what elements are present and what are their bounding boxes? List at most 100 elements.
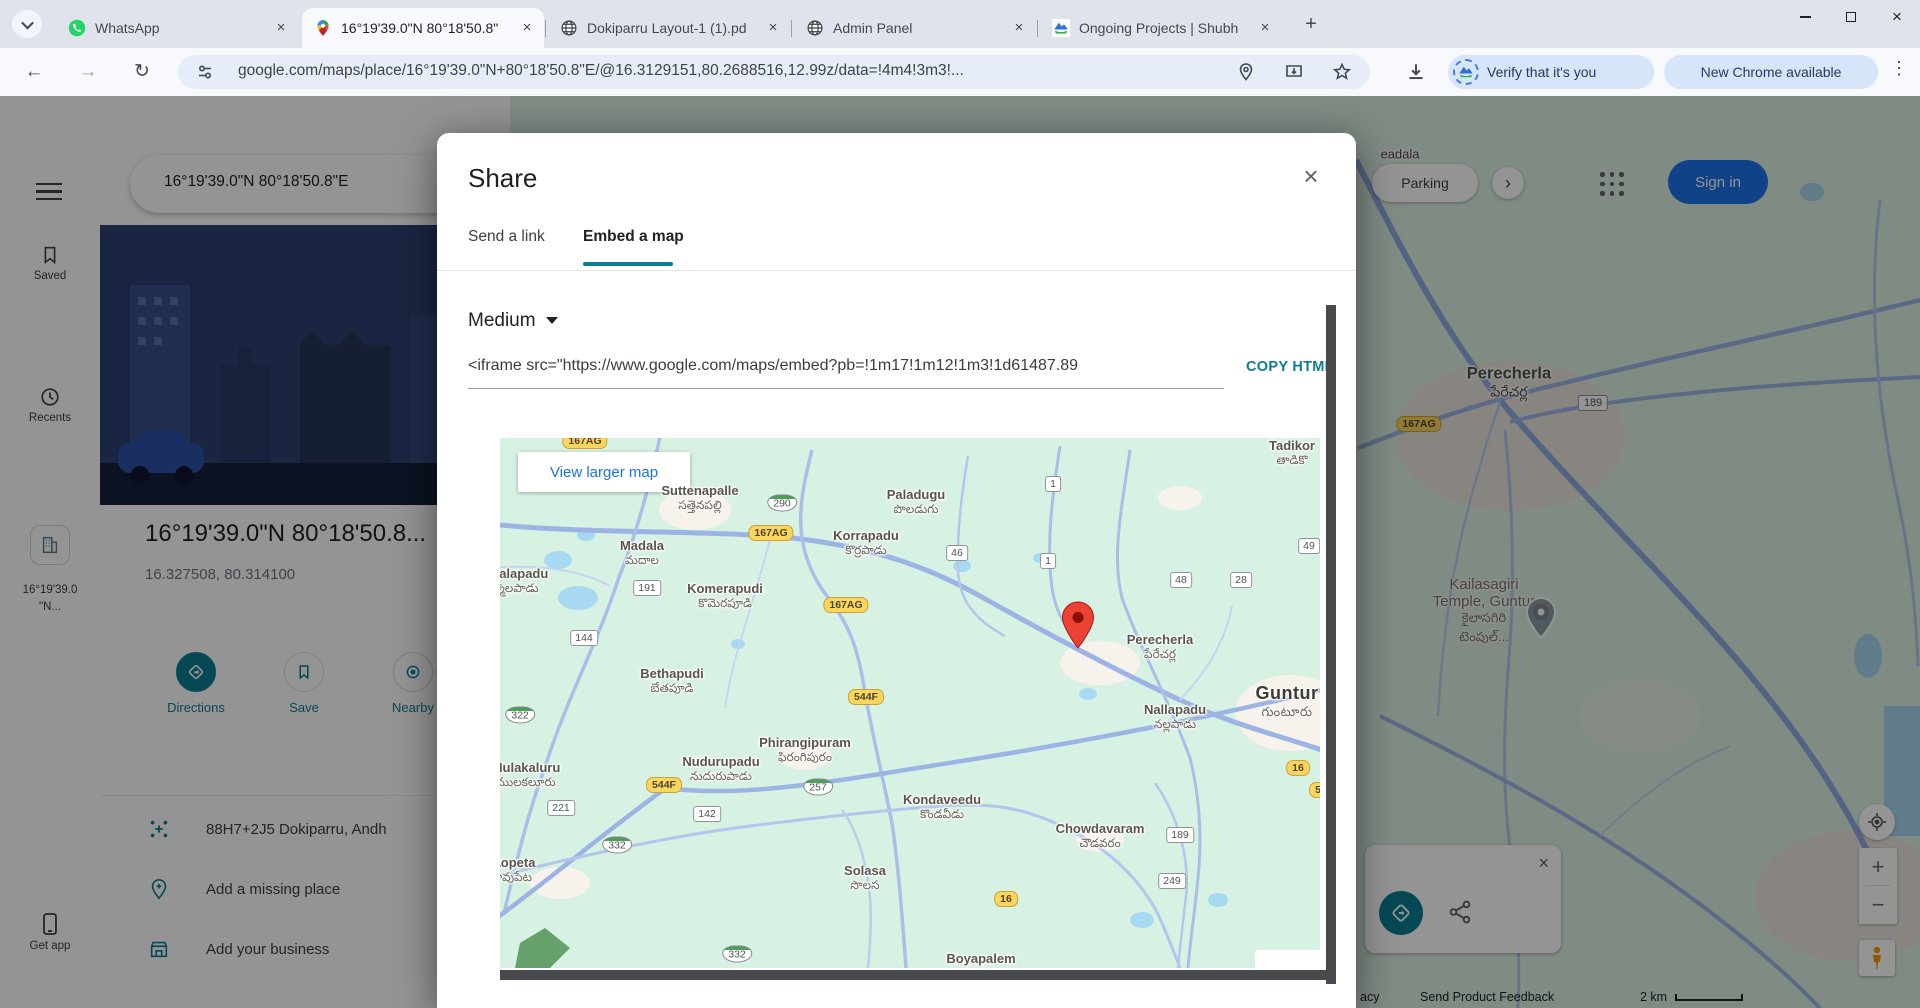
embed-code-underline — [468, 388, 1224, 389]
map-town-label: Kondaveeduకొండవీడు — [903, 792, 981, 824]
globe-favicon-icon — [560, 19, 578, 37]
map-town-label: Komerapudiకొమెరపూడి — [687, 581, 763, 613]
url-text[interactable]: google.com/maps/place/16°19'39.0"N+80°18… — [238, 62, 1278, 80]
downloads-icon[interactable] — [1405, 61, 1425, 81]
browser-tab-3[interactable]: Dokiparru Layout-1 (1).pd× — [548, 8, 790, 48]
embed-map[interactable]: View larger map Suttenapalleసత్తెనపల్లిP… — [500, 438, 1320, 968]
window-minimize-button[interactable] — [1782, 0, 1828, 34]
maps-page: eadala Perecherla పేరేచర్ల 189 167AG Kai… — [0, 96, 1920, 1008]
route-badge: 142 — [693, 806, 721, 822]
route-badge: 1 — [1040, 553, 1056, 569]
tab-title: Admin Panel — [833, 20, 1010, 36]
tab-separator — [1037, 20, 1038, 37]
tab-close-button[interactable]: × — [1010, 19, 1028, 37]
bookmark-star-icon[interactable] — [1332, 62, 1352, 82]
browser-tab-2[interactable]: 16°19'39.0"N 80°18'50.8"× — [302, 8, 544, 48]
back-button[interactable]: ← — [22, 60, 46, 84]
chrome-update-button[interactable]: New Chrome available — [1664, 55, 1878, 89]
tab-search-button[interactable] — [12, 10, 42, 38]
map-town-label: Boyapalem — [946, 951, 1015, 966]
new-tab-button[interactable]: + — [1298, 12, 1324, 38]
map-marker-pin[interactable] — [1061, 601, 1095, 649]
route-badge-yellow: 16 — [994, 891, 1018, 907]
copy-html-button[interactable]: COPY HTML — [1246, 359, 1334, 375]
route-badge-yellow: 544F — [646, 777, 682, 793]
highway-shield-badge: 322 — [505, 707, 535, 724]
route-badge: 46 — [946, 545, 968, 561]
highway-shield-badge: 332 — [602, 837, 632, 854]
highway-shield-badge: 290 — [767, 495, 797, 512]
install-app-icon[interactable] — [1284, 62, 1304, 82]
address-bar[interactable]: google.com/maps/place/16°19'39.0"N+80°18… — [178, 55, 1370, 89]
tab-embed-a-map[interactable]: Embed a map — [583, 228, 684, 246]
map-town-label: Tadikorతాడికొ — [1269, 438, 1315, 470]
tab-separator — [545, 20, 546, 37]
dropdown-caret-icon — [546, 317, 558, 324]
browser-tab-1[interactable]: WhatsApp× — [56, 8, 298, 48]
route-badge-yellow: 544F — [848, 689, 884, 705]
dialog-vertical-scrollbar[interactable] — [1326, 305, 1336, 984]
verify-label: Verify that it's you — [1487, 64, 1596, 80]
tab-close-button[interactable]: × — [272, 19, 290, 37]
route-badge: 191 — [633, 580, 661, 596]
map-town-label: Solasaసొలస — [844, 863, 886, 895]
tab-send-a-link[interactable]: Send a link — [468, 228, 545, 246]
browser-tab-4[interactable]: Admin Panel× — [794, 8, 1036, 48]
site-info-icon[interactable] — [196, 63, 214, 81]
map-town-label: Madalaమదాల — [620, 538, 664, 570]
map-town-label: Bethapudiబేతపూడి — [640, 666, 704, 698]
dialog-close-button[interactable]: × — [1295, 161, 1327, 193]
map-town-label: nmalapaduహ్మాలపాడు — [500, 566, 548, 598]
map-town-label: Nallapaduనల్లపాడు — [1144, 702, 1206, 734]
tab-title: Ongoing Projects | Shubh — [1079, 20, 1256, 36]
reload-button[interactable]: ↻ — [130, 60, 154, 84]
tab-close-button[interactable]: × — [1256, 19, 1274, 37]
map-town-label: Chowdavaramచౌడవరం — [1056, 821, 1145, 853]
maximize-icon — [1846, 12, 1856, 22]
map-town-label: Korrapaduకొర్రపాడు — [833, 528, 899, 560]
route-badge-yellow: 167AG — [562, 438, 607, 449]
route-badge: 48 — [1170, 572, 1192, 588]
window-maximize-button[interactable] — [1828, 0, 1874, 34]
route-badge-yellow: 54 — [1309, 782, 1320, 798]
location-pin-icon[interactable] — [1236, 62, 1256, 82]
tab-title: 16°19'39.0"N 80°18'50.8" — [341, 20, 518, 36]
tab-close-button[interactable]: × — [518, 19, 536, 37]
share-dialog: Share × Send a link Embed a map Medium <… — [437, 133, 1356, 1008]
map-town-label: raopetaావుపేట — [500, 855, 535, 887]
route-badge: 221 — [547, 800, 575, 816]
maps-favicon-icon — [314, 19, 332, 37]
map-town-label: Phirangipuramఫిరంగిపురం — [759, 735, 851, 767]
route-badge-yellow: 16 — [1286, 760, 1310, 776]
route-badge: 1 — [1045, 476, 1061, 492]
browser-tab-5[interactable]: Ongoing Projects | Shubh× — [1040, 8, 1282, 48]
route-badge-yellow: 167AG — [823, 597, 868, 613]
tab-strip: WhatsApp×16°19'39.0"N 80°18'50.8"×Dokipa… — [0, 0, 1920, 48]
map-town-label: Suttenapalleసత్తెనపల్లి — [661, 483, 738, 515]
tab-title: WhatsApp — [95, 20, 272, 36]
forward-button[interactable]: → — [76, 60, 100, 84]
profile-avatar — [1453, 59, 1479, 85]
browser-menu-icon[interactable]: ⋮ — [1890, 58, 1908, 79]
chevron-down-icon — [21, 16, 34, 29]
shubh-favicon-icon — [1052, 19, 1070, 37]
tab-title: Dokiparru Layout-1 (1).pd — [587, 20, 764, 36]
route-badge: 28 — [1230, 572, 1252, 588]
route-badge: 189 — [1166, 827, 1194, 843]
window-close-button[interactable]: × — [1874, 0, 1920, 34]
dialog-horizontal-scrollbar[interactable] — [500, 970, 1336, 980]
route-badge: 49 — [1298, 538, 1320, 554]
map-town-label: Gunturగుంటూరు — [1256, 683, 1319, 723]
map-town-label: Perecherlaపేరేచర్ల — [1127, 632, 1194, 664]
verify-profile-button[interactable]: Verify that it's you — [1448, 55, 1654, 89]
map-town-label: Paladuguపొలడుగు — [887, 487, 946, 519]
highway-shield-badge: 332 — [722, 946, 752, 963]
embed-size-dropdown[interactable]: Medium — [468, 310, 558, 332]
tab-close-button[interactable]: × — [764, 19, 782, 37]
minimize-icon — [1800, 16, 1811, 18]
whatsapp-favicon-icon — [68, 19, 86, 37]
map-town-label: Mulakaluruములకలూరు — [500, 760, 560, 792]
dialog-title: Share — [468, 163, 537, 194]
embed-code-field[interactable]: <iframe src="https://www.google.com/maps… — [468, 357, 1224, 375]
embed-map-corner-control — [1255, 950, 1320, 968]
